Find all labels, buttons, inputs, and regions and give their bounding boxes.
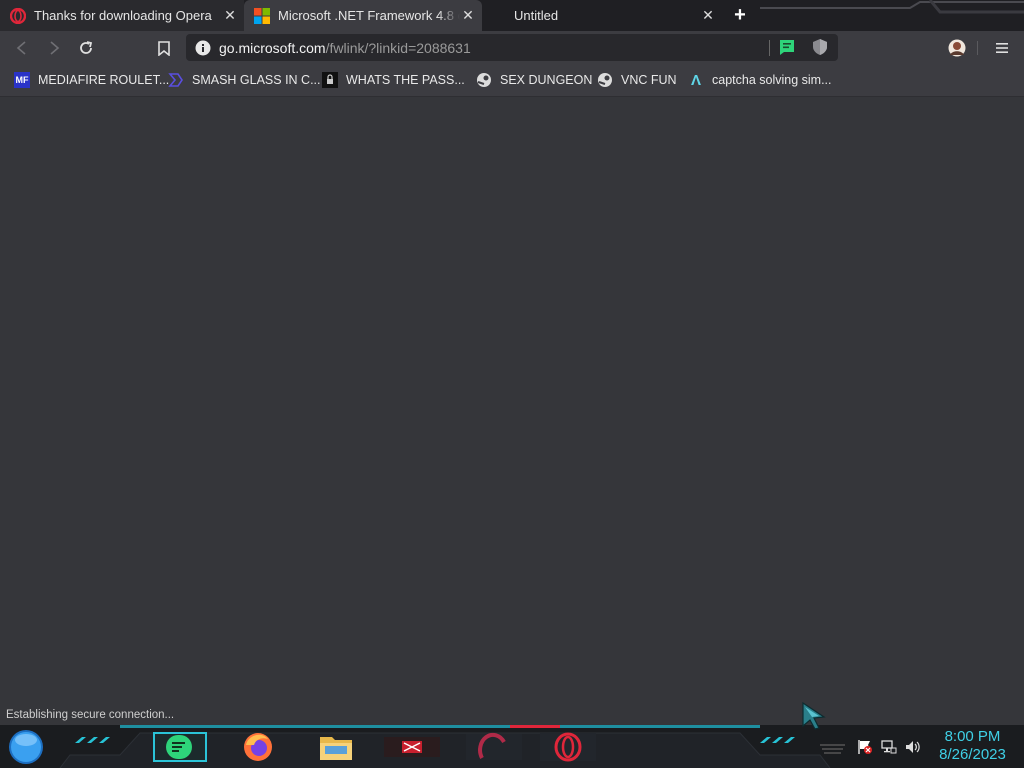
arrow-left-icon <box>16 41 26 55</box>
bookmark-label: captcha solving sim... <box>712 73 832 87</box>
tab-strip: Thanks for downloading Opera ✕ Microsoft… <box>0 0 1024 31</box>
mediafire-icon: MF <box>14 72 30 88</box>
network-status[interactable] <box>880 728 898 766</box>
bookmark-sex-dungeon[interactable]: SEX DUNGEON <box>476 71 592 89</box>
bookmark-label: MEDIAFIRE ROULET... <box>38 73 170 87</box>
forward-button[interactable] <box>44 38 64 58</box>
firefox-icon <box>244 733 272 761</box>
shield-icon[interactable] <box>813 39 827 55</box>
action-center-flag[interactable] <box>856 728 874 766</box>
tab-title: Thanks for downloading Opera <box>34 8 212 23</box>
browser-toolbar: go.microsoft.com/fwlink/?linkid=2088631 <box>0 31 1024 64</box>
window-frame-decoration <box>760 0 1024 14</box>
profile-button[interactable] <box>947 38 967 58</box>
taskbar-app-opera[interactable] <box>536 728 600 766</box>
taskbar-app-file-explorer[interactable] <box>316 728 356 766</box>
menu-button[interactable] <box>992 38 1012 58</box>
bookmark-mediafire-roulette[interactable]: MF MEDIAFIRE ROULET... <box>14 71 169 89</box>
network-icon <box>881 740 897 754</box>
reload-icon <box>80 41 93 54</box>
tab-untitled[interactable]: Untitled ✕ <box>482 0 720 31</box>
avatar <box>948 39 966 57</box>
close-tab-icon[interactable]: ✕ <box>700 7 716 24</box>
bookmark-button[interactable] <box>154 38 174 58</box>
tab-opera-download[interactable]: Thanks for downloading Opera ✕ <box>0 0 244 31</box>
bookmark-smash-glass[interactable]: SMASH GLASS IN C... <box>168 71 321 89</box>
bookmark-label: WHATS THE PASS... <box>346 73 465 87</box>
status-bar: Establishing secure connection... <box>0 705 181 725</box>
taskbar-app-arc[interactable] <box>462 728 526 766</box>
steam-icon <box>598 73 612 87</box>
start-orb-icon <box>9 730 43 764</box>
tab-dotnet-framework[interactable]: Microsoft .NET Framework 4.8 offli ✕ <box>244 0 482 31</box>
bookmark-whats-the-password[interactable]: WHATS THE PASS... <box>322 71 465 89</box>
close-tab-icon[interactable]: ✕ <box>222 7 238 24</box>
bookmark-label: SEX DUNGEON <box>500 73 593 87</box>
address-bar[interactable]: go.microsoft.com/fwlink/?linkid=2088631 <box>186 34 838 61</box>
microsoft-icon <box>254 7 270 24</box>
url-host: go.microsoft.com <box>219 39 326 56</box>
speaker-icon <box>906 741 920 753</box>
taskbar: 8:00 PM 8/26/2023 <box>0 725 1024 768</box>
arc-icon <box>466 732 522 760</box>
bookmark-vnc-fun[interactable]: VNC FUN <box>597 71 677 89</box>
bookmarks-bar: MF MEDIAFIRE ROULET... SMASH GLASS IN C.… <box>0 64 1024 97</box>
flow-icon <box>153 732 207 762</box>
bookmark-label: VNC FUN <box>621 73 677 87</box>
taskbar-app-firefox[interactable] <box>238 728 278 766</box>
bookmark-label: SMASH GLASS IN C... <box>192 73 321 87</box>
reload-button[interactable] <box>76 38 96 58</box>
game-icon <box>384 737 440 757</box>
back-button[interactable] <box>12 38 32 58</box>
clock-date: 8/26/2023 <box>939 746 1006 763</box>
folder-icon <box>320 737 352 760</box>
hamburger-menu-icon <box>996 43 1008 53</box>
lock-icon <box>322 72 338 88</box>
info-icon[interactable] <box>195 40 211 56</box>
address-separator <box>769 40 770 56</box>
tab-title: Microsoft .NET Framework 4.8 offli <box>278 8 460 23</box>
tab-title: Untitled <box>514 8 559 23</box>
lambda-icon: Λ <box>690 71 701 89</box>
bookmark-captcha-solving[interactable]: Λ captcha solving sim... <box>688 71 832 89</box>
close-tab-icon[interactable]: ✕ <box>460 7 476 24</box>
steam-icon <box>477 73 491 87</box>
arrow-right-icon <box>50 41 60 55</box>
clock-time: 8:00 PM <box>944 728 1001 745</box>
new-tab-button[interactable]: + <box>730 5 750 25</box>
start-button[interactable] <box>6 728 46 766</box>
page-content <box>0 97 1024 725</box>
taskbar-app-flow[interactable] <box>152 728 208 766</box>
flag-icon <box>858 740 872 754</box>
mouse-cursor-icon <box>802 702 826 730</box>
system-clock[interactable]: 8:00 PM 8/26/2023 <box>930 728 1015 764</box>
toolbar-separator <box>977 41 978 55</box>
flow-icon[interactable] <box>778 39 796 56</box>
bookmark-icon <box>158 40 170 56</box>
opera-icon <box>10 7 26 24</box>
chevron-icon <box>168 73 183 87</box>
volume-control[interactable] <box>904 728 922 766</box>
taskbar-app-game[interactable] <box>380 728 444 766</box>
url-path: /fwlink/?linkid=2088631 <box>325 39 471 56</box>
opera-icon <box>540 732 596 762</box>
